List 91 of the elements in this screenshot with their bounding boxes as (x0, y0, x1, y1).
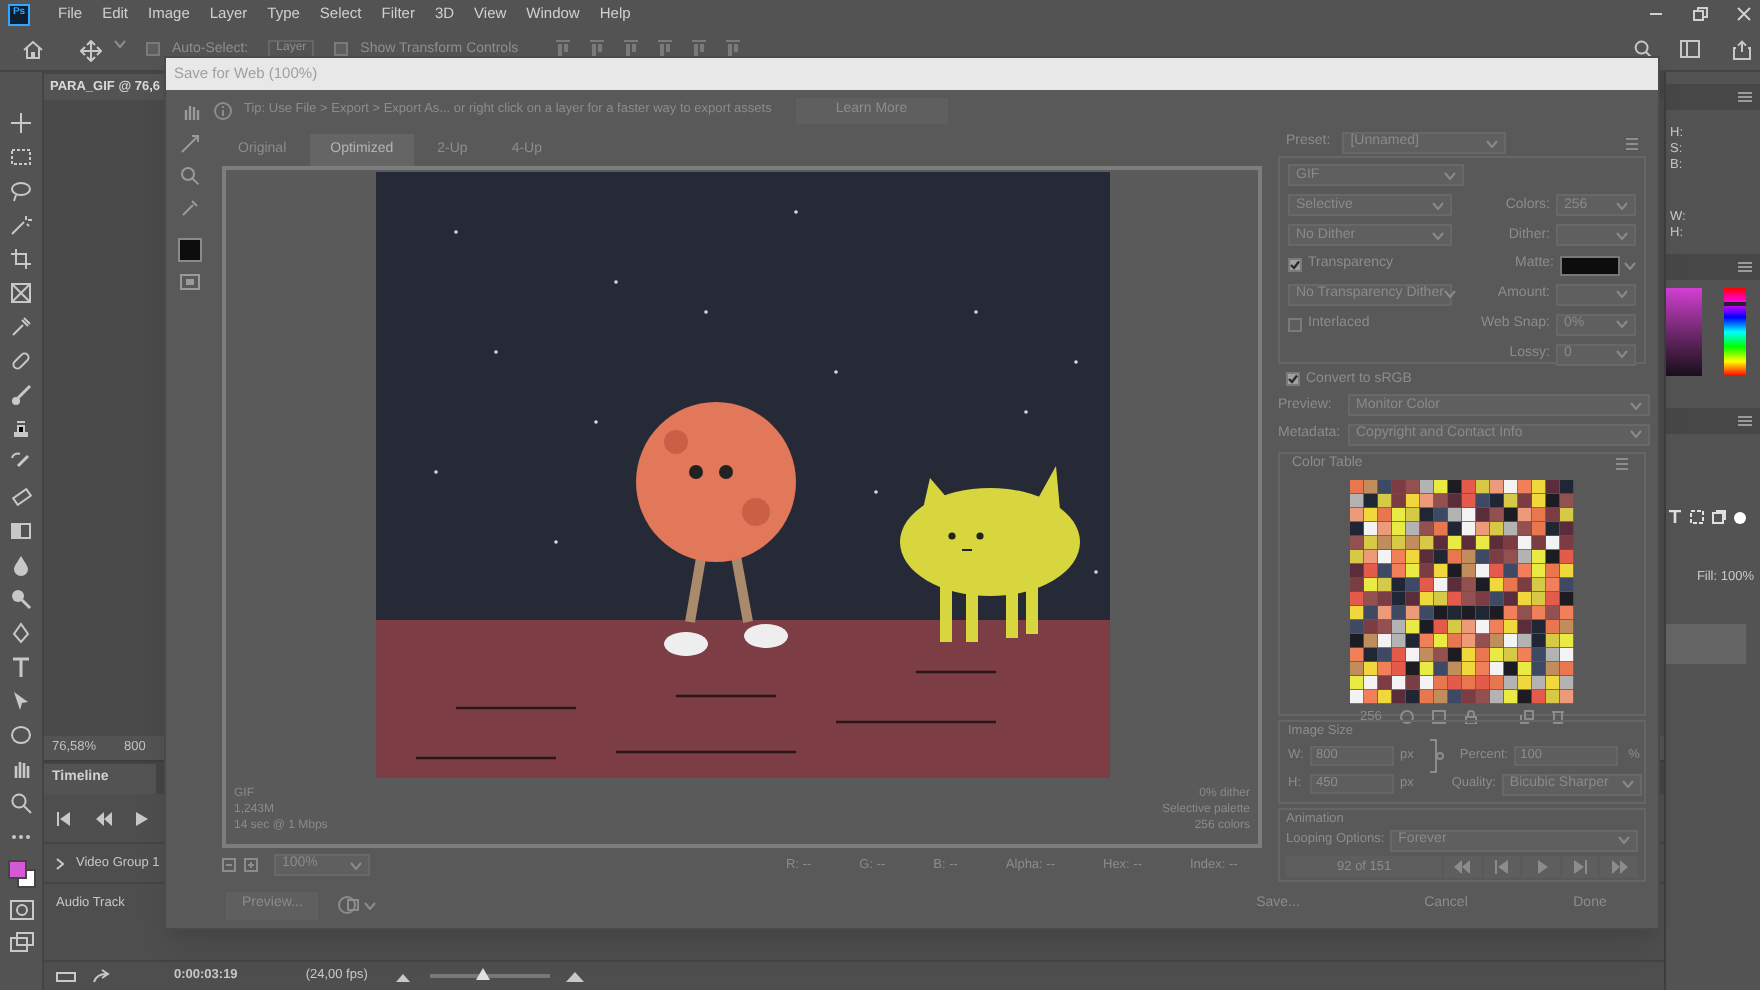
color-table-drawing[interactable] (1350, 479, 1574, 704)
caret-icon (364, 901, 377, 909)
filter-toggle-icon[interactable] (1734, 511, 1746, 523)
caret-icon (1616, 201, 1628, 210)
path-selection-icon[interactable] (10, 690, 32, 712)
caret-icon (1624, 261, 1636, 270)
checkbox[interactable] (1288, 317, 1302, 332)
type-filter-icon[interactable] (1668, 510, 1682, 524)
caret-icon (350, 861, 362, 869)
slice-visibility-icon[interactable] (180, 274, 200, 290)
caret-icon (1630, 430, 1642, 439)
shape-icon[interactable] (10, 724, 32, 746)
zoom-icon[interactable] (180, 166, 200, 186)
caret-icon (1616, 320, 1628, 329)
checkbox[interactable] (146, 42, 160, 56)
browser-icon (338, 896, 361, 914)
render-icon[interactable] (92, 968, 110, 984)
matte-color-swatch[interactable] (1560, 255, 1620, 276)
caret-icon (1616, 290, 1628, 299)
zoom-out-mountain-icon[interactable] (395, 971, 410, 981)
previous-frame-icon[interactable] (96, 811, 112, 825)
checkmark-icon (1290, 260, 1300, 271)
move-tool-icon[interactable] (10, 112, 32, 134)
caret-icon (114, 40, 126, 48)
caret-icon (1616, 350, 1628, 359)
checkbox[interactable] (1286, 372, 1300, 387)
caret-icon (1432, 201, 1444, 210)
play-icon[interactable] (136, 811, 148, 825)
restore-icon[interactable] (1692, 6, 1708, 22)
previous-frame-icon (1494, 860, 1511, 874)
play-icon (1533, 860, 1550, 874)
dodge-icon[interactable] (10, 588, 32, 610)
quick-mask-icon[interactable] (9, 900, 33, 920)
type-tool-icon[interactable] (10, 656, 32, 678)
hand-icon[interactable] (180, 102, 200, 122)
panel-menu-icon[interactable] (1738, 92, 1752, 102)
first-frame-icon (1454, 860, 1471, 874)
expand-chevron-icon[interactable] (56, 857, 64, 869)
caret-icon (1432, 231, 1444, 240)
zoom-tool-icon[interactable] (10, 792, 32, 814)
pen-icon[interactable] (10, 622, 32, 644)
move-tool-icon[interactable] (80, 40, 102, 62)
eyedropper-icon[interactable] (10, 316, 32, 338)
search-icon[interactable] (1634, 40, 1652, 58)
marquee-icon[interactable] (10, 146, 32, 168)
checkbox[interactable] (1288, 258, 1302, 273)
hand-icon[interactable] (10, 758, 32, 780)
slider-thumb[interactable] (476, 968, 491, 980)
stamp-icon[interactable] (10, 418, 32, 440)
home-icon[interactable] (22, 40, 44, 60)
caret-icon (1621, 780, 1634, 789)
magic-wand-icon[interactable] (10, 214, 32, 236)
caret-icon (1616, 231, 1628, 240)
caret-icon (1618, 836, 1630, 844)
next-frame-icon (1572, 860, 1589, 874)
smart-object-icon[interactable] (1712, 510, 1726, 524)
info-icon (214, 101, 232, 119)
first-frame-icon[interactable] (56, 811, 72, 825)
gradient-icon[interactable] (10, 520, 32, 542)
frame-icon[interactable] (10, 282, 32, 304)
brush-icon[interactable] (10, 384, 32, 406)
crop-icon[interactable] (10, 248, 32, 270)
panel-menu-icon[interactable] (1738, 262, 1752, 272)
checkbox[interactable] (334, 42, 349, 56)
close-icon[interactable] (1736, 6, 1752, 22)
slice-select-icon[interactable] (180, 134, 200, 154)
hue-slider-thumb[interactable] (1724, 301, 1746, 306)
caret-icon (1443, 290, 1456, 299)
caret-icon (1486, 139, 1499, 148)
zoom-in-mountain-icon[interactable] (565, 970, 584, 982)
last-frame-icon (1611, 860, 1628, 874)
color-swatches-drawing[interactable] (7, 860, 35, 888)
blur-icon[interactable] (10, 554, 32, 576)
transform-filter-icon[interactable] (1690, 510, 1704, 524)
color-field[interactable] (1666, 288, 1702, 376)
lasso-icon[interactable] (10, 180, 32, 202)
checkmark-icon (1288, 374, 1298, 385)
workspace-icon[interactable] (1680, 40, 1700, 58)
panel-menu-icon[interactable] (1738, 416, 1752, 426)
healing-brush-icon[interactable] (10, 350, 32, 372)
share-icon[interactable] (1732, 40, 1752, 60)
screen-mode-icon[interactable] (9, 932, 33, 952)
map-color-icon[interactable] (1399, 710, 1414, 725)
layer-thumbnail (1666, 623, 1746, 664)
eyedropper-icon[interactable] (180, 198, 200, 218)
new-color-icon[interactable] (1519, 710, 1534, 725)
eraser-icon[interactable] (10, 486, 32, 508)
caret-icon (1444, 171, 1456, 180)
caret-icon (1630, 401, 1642, 410)
eyedropper-color-swatch[interactable] (178, 238, 202, 262)
convert-icon[interactable] (56, 971, 76, 981)
